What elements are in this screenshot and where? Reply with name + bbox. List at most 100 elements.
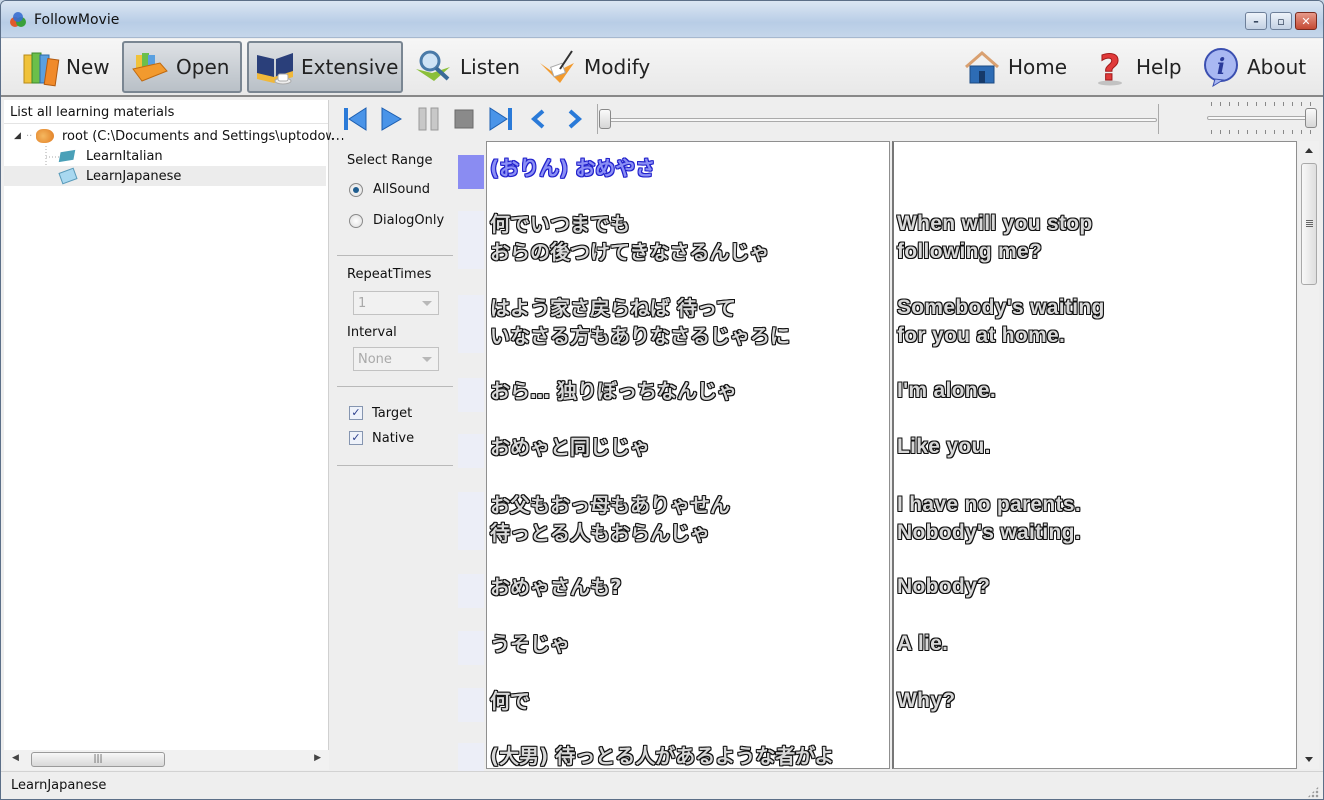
- target-checkbox[interactable]: ✓: [349, 406, 363, 420]
- close-button[interactable]: ✕: [1295, 12, 1317, 30]
- previous-icon: [530, 109, 545, 129]
- tree-item-learnitalian[interactable]: LearnItalian: [58, 146, 163, 166]
- target-subtitle-line[interactable]: (おりん) おめやさ: [490, 154, 655, 182]
- resize-grip-icon[interactable]: [1307, 786, 1319, 798]
- native-subtitle-line[interactable]: When will you stop following me?: [897, 210, 1093, 266]
- skip-to-end-button[interactable]: [487, 105, 515, 133]
- grip-icon: [1306, 220, 1313, 221]
- magnifier-book-icon: [416, 50, 450, 81]
- select-range-label: Select Range: [347, 153, 433, 168]
- modify-button[interactable]: Modify: [531, 41, 659, 93]
- native-subtitle-line[interactable]: Why?: [897, 687, 955, 715]
- minimize-button[interactable]: –: [1245, 12, 1267, 30]
- native-checkbox[interactable]: ✓: [349, 431, 363, 445]
- line-markers: [458, 141, 484, 777]
- target-subtitle-pane[interactable]: (おりん) おめやさ何でいつまでも おらの後つけてきなさるんじゃ はよう家さ戻らね…: [486, 141, 890, 769]
- target-subtitle-line[interactable]: おめゃさんも?: [490, 573, 622, 601]
- native-subtitle-line[interactable]: Nobody?: [897, 573, 990, 601]
- status-bar: LearnJapanese: [1, 771, 1323, 799]
- line-marker[interactable]: [458, 155, 484, 189]
- book-coffee-icon: [257, 53, 293, 85]
- materials-panel-header: List all learning materials: [4, 100, 328, 124]
- next-icon: [568, 109, 583, 129]
- next-button[interactable]: [560, 105, 588, 133]
- line-marker[interactable]: [458, 295, 484, 353]
- target-subtitle-line[interactable]: お父もおっ母もありゃせん 待っとる人もおらんじゃ: [490, 491, 730, 547]
- target-subtitle-line[interactable]: 何でいつまでも おらの後つけてきなさるんじゃ: [490, 210, 769, 266]
- playback-settings-panel: Select Range AllSound DialogOnly RepeatT…: [337, 141, 453, 761]
- minimize-icon: –: [1253, 14, 1259, 28]
- line-marker[interactable]: [458, 434, 484, 468]
- chevron-down-icon: [422, 357, 432, 362]
- open-label: Open: [176, 55, 230, 79]
- allsound-radio[interactable]: [349, 183, 363, 197]
- listen-label: Listen: [460, 55, 520, 79]
- position-slider[interactable]: [595, 104, 1161, 134]
- tree-item-learnjapanese[interactable]: LearnJapanese: [4, 166, 326, 186]
- tree-horizontal-scrollbar[interactable]: ◀ ||| ▶: [4, 750, 329, 770]
- line-marker[interactable]: [458, 378, 484, 412]
- about-button[interactable]: i About: [1194, 41, 1315, 93]
- open-button[interactable]: Open: [122, 41, 242, 93]
- target-subtitle-line[interactable]: はよう家さ戻らねば 待って いなさる方もありなさるじゃろに: [490, 294, 790, 350]
- scroll-down-icon[interactable]: [1305, 757, 1313, 762]
- native-subtitle-pane[interactable]: When will you stop following me? Somebody…: [892, 141, 1297, 769]
- target-label: Target: [372, 406, 413, 421]
- scroll-left-icon[interactable]: ◀: [12, 753, 19, 763]
- previous-button[interactable]: [525, 105, 553, 133]
- material-icon: [58, 149, 76, 163]
- tree-item-root[interactable]: ◢ ·· root (C:\Documents and Settings\upt…: [14, 126, 349, 146]
- target-subtitle-line[interactable]: おら… 独りぼっちなんじゃ: [490, 377, 737, 405]
- dialogonly-radio[interactable]: [349, 214, 363, 228]
- native-subtitle-line[interactable]: Like you.: [897, 433, 991, 461]
- new-button[interactable]: New: [13, 41, 119, 93]
- target-subtitle-line[interactable]: うそじゃ: [490, 630, 570, 658]
- native-subtitle-line[interactable]: I'm alone.: [897, 377, 996, 405]
- allsound-label: AllSound: [373, 182, 431, 197]
- native-subtitle-line[interactable]: I have no parents. Nobody's waiting.: [897, 491, 1081, 547]
- scroll-up-icon[interactable]: [1305, 148, 1313, 153]
- target-subtitle-line[interactable]: おめゃと同じじゃ: [490, 433, 650, 461]
- home-button[interactable]: Home: [955, 41, 1076, 93]
- volume-slider[interactable]: [1203, 100, 1319, 136]
- line-marker[interactable]: [458, 211, 484, 269]
- collapse-icon[interactable]: ◢: [14, 131, 26, 141]
- dotted-connector: ··: [26, 130, 33, 142]
- stop-icon: [454, 109, 474, 129]
- svg-text:?: ?: [1100, 48, 1121, 87]
- scroll-right-icon[interactable]: ▶: [314, 753, 321, 763]
- listen-button[interactable]: Listen: [407, 41, 529, 93]
- repeat-times-select[interactable]: 1: [353, 291, 439, 315]
- app-window: FollowMovie – ▫ ✕ New Open Extensive Lis…: [0, 0, 1324, 800]
- skip-to-start-button[interactable]: [341, 105, 369, 133]
- home-icon: [965, 51, 999, 84]
- repeat-times-label: RepeatTimes: [347, 267, 432, 282]
- target-subtitle-line[interactable]: (大男) 待っとる人があるような者がよ: [490, 742, 834, 768]
- tree-item-label: LearnJapanese: [86, 168, 182, 184]
- native-subtitle-line[interactable]: A lie.: [897, 630, 948, 658]
- target-subtitle-line[interactable]: 何で: [490, 687, 530, 715]
- scroll-thumb[interactable]: [1301, 163, 1317, 285]
- subtitle-vertical-scrollbar[interactable]: [1299, 141, 1319, 769]
- extensive-button[interactable]: Extensive: [247, 41, 403, 93]
- stop-button[interactable]: [450, 105, 478, 133]
- volume-slider-thumb[interactable]: [1305, 108, 1317, 128]
- line-marker[interactable]: [458, 574, 484, 608]
- line-marker[interactable]: [458, 688, 484, 722]
- line-marker[interactable]: [458, 492, 484, 550]
- pause-button[interactable]: [415, 105, 443, 133]
- maximize-button[interactable]: ▫: [1270, 12, 1292, 30]
- position-slider-thumb[interactable]: [599, 109, 611, 129]
- tree-item-label: root (C:\Documents and Settings\uptodown…: [62, 128, 349, 144]
- player-controls: [331, 100, 1321, 138]
- scroll-thumb[interactable]: |||: [31, 752, 165, 767]
- skip-to-start-icon: [344, 107, 367, 131]
- help-button[interactable]: ? Help: [1083, 41, 1191, 93]
- native-subtitle-line[interactable]: Somebody's waiting for you at home.: [897, 294, 1105, 350]
- line-marker[interactable]: [458, 631, 484, 665]
- play-button[interactable]: [377, 105, 405, 133]
- books-icon: [23, 52, 60, 87]
- help-icon: ?: [1098, 48, 1122, 87]
- modify-label: Modify: [584, 55, 651, 79]
- interval-select[interactable]: None: [353, 347, 439, 371]
